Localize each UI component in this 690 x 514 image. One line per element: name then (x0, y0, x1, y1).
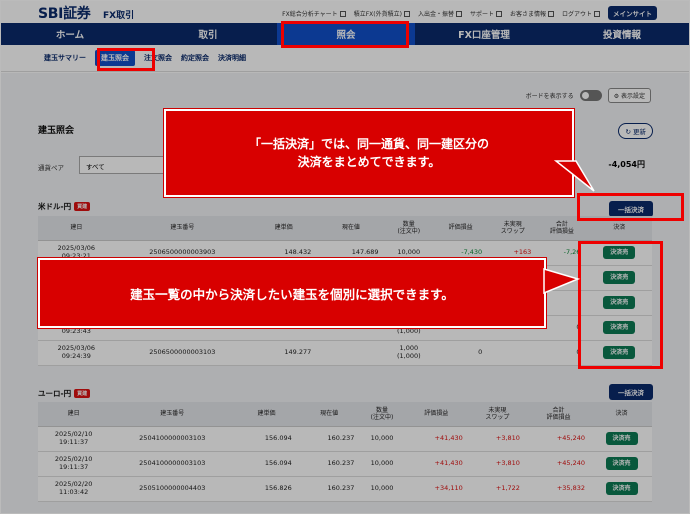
callout-bulk-pointer (553, 160, 595, 192)
screen-frame: SBI証券 FX取引 FX総合分析チャート 積立FX(外貨積立) 入出金・振替 … (0, 0, 690, 514)
highlight-nav-inquiry (281, 21, 409, 48)
callout-bulk: 「一括決済」では、同一通貨、同一建区分の 決済をまとめてできます。 (164, 109, 574, 197)
callout-individual: 建玉一覧の中から決済したい建玉を個別に選択できます。 (38, 258, 546, 328)
pointer-shape (553, 160, 595, 192)
callout-individual-pointer (543, 267, 581, 295)
highlight-settle-buttons (578, 241, 663, 369)
highlight-subnav-positions (97, 48, 155, 71)
pointer-shape (543, 267, 581, 295)
